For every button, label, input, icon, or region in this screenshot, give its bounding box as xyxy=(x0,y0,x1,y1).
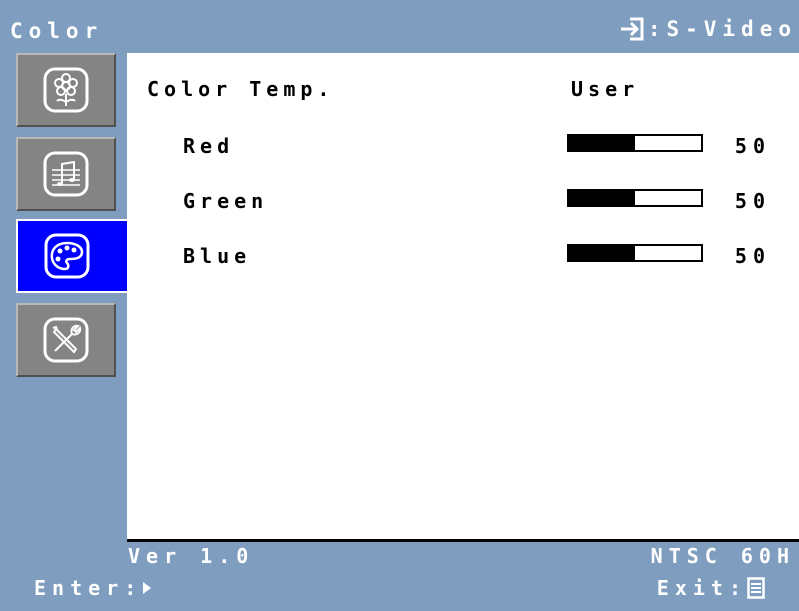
menu-icon xyxy=(747,577,765,599)
input-source-icon xyxy=(620,17,644,41)
enter-hint: Enter: xyxy=(34,576,152,600)
blue-value: 50 xyxy=(734,244,771,268)
red-value: 50 xyxy=(734,134,771,158)
color-panel: Color Temp. User Red 50 Green 50 Blue 50 xyxy=(127,53,799,542)
blue-slider[interactable] xyxy=(567,244,703,262)
menu-title: Color xyxy=(10,19,104,43)
color-temp-value[interactable]: User xyxy=(571,77,639,101)
enter-label: Enter: xyxy=(34,576,143,600)
green-label: Green xyxy=(183,189,269,213)
osd-menu: Color :S-Video Color Temp. User Red 50 G… xyxy=(0,0,799,611)
tools-icon xyxy=(43,317,89,363)
input-source: :S-Video xyxy=(620,17,797,41)
input-source-label: :S-Video xyxy=(647,17,797,41)
red-label: Red xyxy=(183,134,235,158)
blue-label: Blue xyxy=(183,244,252,268)
flower-icon xyxy=(43,67,89,113)
red-slider-fill xyxy=(569,136,635,150)
green-value: 50 xyxy=(734,189,771,213)
color-temp-label: Color Temp. xyxy=(147,77,335,101)
blue-slider-fill xyxy=(569,246,635,260)
tab-audio[interactable] xyxy=(16,137,116,211)
signal-label: NTSC 60H xyxy=(650,544,795,568)
tab-setup[interactable] xyxy=(16,303,116,377)
music-note-icon xyxy=(43,151,89,197)
exit-hint: Exit: xyxy=(657,576,765,600)
version-label: Ver 1.0 xyxy=(128,544,255,568)
exit-label: Exit: xyxy=(656,576,747,600)
tab-picture[interactable] xyxy=(16,53,116,127)
tab-color[interactable] xyxy=(16,219,128,293)
red-slider[interactable] xyxy=(567,134,703,152)
green-slider[interactable] xyxy=(567,189,703,207)
green-slider-fill xyxy=(569,191,635,205)
palette-icon xyxy=(44,233,90,279)
right-arrow-icon xyxy=(143,582,152,594)
